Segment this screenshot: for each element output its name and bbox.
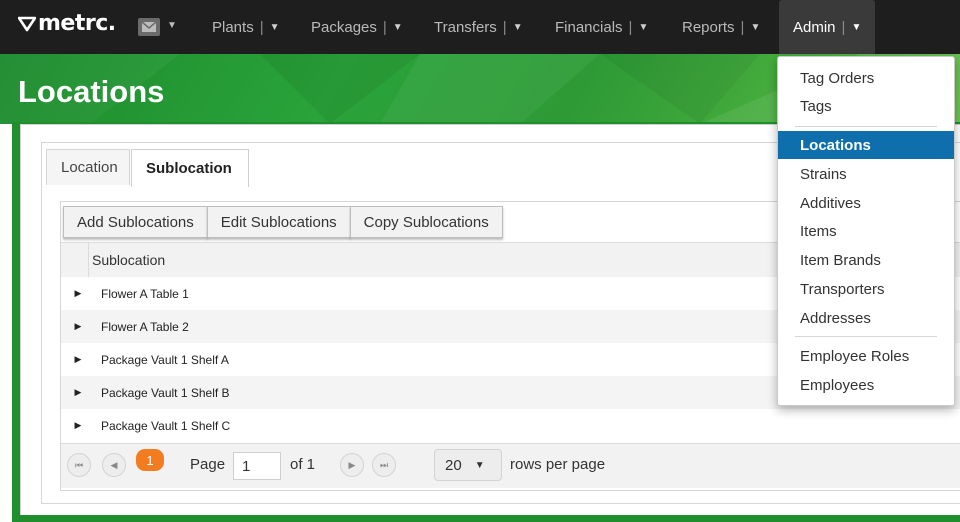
rows-per-page-label: rows per page bbox=[510, 456, 606, 473]
tab-sublocation[interactable]: Sublocation bbox=[131, 149, 249, 187]
nav-admin-label: Admin bbox=[793, 18, 836, 36]
add-sublocations-button[interactable]: Add Sublocations bbox=[63, 206, 208, 238]
edit-sublocations-button[interactable]: Edit Sublocations bbox=[206, 206, 351, 238]
row-sublocation-name: Flower A Table 1 bbox=[101, 286, 189, 301]
top-nav: metrc. ▼ Plants | ▼ Packages | ▼ Transfe… bbox=[0, 0, 960, 54]
nav-packages-label: Packages bbox=[311, 18, 377, 36]
grid-toolbar: Add Sublocations Edit Sublocations Copy … bbox=[63, 206, 503, 238]
chevron-down-icon: ▼ bbox=[512, 21, 523, 33]
chevron-down-icon: ▼ bbox=[851, 21, 862, 33]
chevron-down-icon: ▼ bbox=[269, 21, 280, 33]
menu-item-locations[interactable]: Locations bbox=[778, 131, 954, 159]
menu-item-item-brands[interactable]: Item Brands bbox=[778, 246, 954, 274]
page-title: Locations bbox=[18, 74, 165, 109]
nav-separator: | bbox=[841, 18, 846, 36]
menu-item-transporters[interactable]: Transporters bbox=[778, 275, 954, 303]
nav-transfers-label: Transfers bbox=[434, 18, 497, 36]
nav-separator: | bbox=[740, 18, 745, 36]
rows-per-page-value: 20 bbox=[445, 456, 462, 474]
last-page-icon[interactable]: ⏭ bbox=[372, 453, 396, 477]
menu-item-items[interactable]: Items bbox=[778, 217, 954, 245]
chevron-down-icon: ▼ bbox=[474, 459, 485, 471]
next-page-icon[interactable]: ▶ bbox=[340, 453, 364, 477]
nav-transfers[interactable]: Transfers | ▼ bbox=[434, 0, 523, 54]
chevron-down-icon: ▼ bbox=[392, 21, 403, 33]
tab-location[interactable]: Location bbox=[46, 149, 130, 185]
nav-reports-label: Reports bbox=[682, 18, 735, 36]
column-header-label: Sublocation bbox=[92, 252, 166, 268]
table-row[interactable]: ▶ Package Vault 1 Shelf C bbox=[61, 409, 960, 442]
messages-dropdown-icon[interactable]: ▼ bbox=[167, 20, 177, 31]
metrc-logo[interactable]: metrc. bbox=[18, 11, 116, 36]
metrc-logo-icon bbox=[18, 16, 36, 31]
nav-packages[interactable]: Packages | ▼ bbox=[311, 0, 403, 54]
page-number-input[interactable] bbox=[233, 452, 281, 480]
copy-sublocations-button[interactable]: Copy Sublocations bbox=[349, 206, 503, 238]
tab-location-label: Location bbox=[61, 159, 118, 176]
previous-page-icon[interactable]: ◀ bbox=[102, 453, 126, 477]
rows-per-page-select[interactable]: 20 ▼ bbox=[434, 449, 502, 481]
row-sublocation-name: Flower A Table 2 bbox=[101, 319, 189, 334]
column-header-sublocation[interactable]: Sublocation bbox=[88, 243, 165, 277]
logo-text: metrc. bbox=[38, 11, 116, 36]
row-sublocation-name: Package Vault 1 Shelf C bbox=[101, 418, 231, 433]
nav-separator: | bbox=[502, 18, 507, 36]
menu-divider bbox=[795, 336, 937, 337]
chevron-down-icon: ▼ bbox=[750, 21, 761, 33]
nav-separator: | bbox=[382, 18, 387, 36]
menu-item-employee-roles[interactable]: Employee Roles bbox=[778, 342, 954, 370]
menu-item-strains[interactable]: Strains bbox=[778, 160, 954, 188]
current-page-badge[interactable]: 1 bbox=[136, 449, 164, 471]
nav-plants[interactable]: Plants | ▼ bbox=[212, 0, 280, 54]
nav-reports[interactable]: Reports | ▼ bbox=[682, 0, 760, 54]
menu-item-tags[interactable]: Tags bbox=[778, 92, 954, 120]
page-label: Page bbox=[190, 456, 226, 473]
admin-dropdown-menu: Tag Orders Tags Locations Strains Additi… bbox=[777, 56, 955, 406]
expand-row-icon[interactable]: ▶ bbox=[61, 387, 95, 398]
nav-financials[interactable]: Financials | ▼ bbox=[555, 0, 648, 54]
menu-item-additives[interactable]: Additives bbox=[778, 189, 954, 217]
expand-row-icon[interactable]: ▶ bbox=[61, 354, 95, 365]
menu-item-employees[interactable]: Employees bbox=[778, 371, 954, 399]
first-page-icon[interactable]: ⏮ bbox=[67, 453, 91, 477]
expand-row-icon[interactable]: ▶ bbox=[61, 288, 95, 299]
nav-admin[interactable]: Admin | ▼ bbox=[779, 0, 876, 54]
nav-plants-label: Plants bbox=[212, 18, 254, 36]
messages-icon[interactable] bbox=[138, 18, 160, 36]
nav-financials-label: Financials bbox=[555, 18, 623, 36]
nav-separator: | bbox=[259, 18, 264, 36]
row-sublocation-name: Package Vault 1 Shelf B bbox=[101, 385, 230, 400]
menu-item-addresses[interactable]: Addresses bbox=[778, 304, 954, 332]
nav-separator: | bbox=[628, 18, 633, 36]
expand-row-icon[interactable]: ▶ bbox=[61, 321, 95, 332]
expand-row-icon[interactable]: ▶ bbox=[61, 420, 95, 431]
chevron-down-icon: ▼ bbox=[638, 21, 649, 33]
row-sublocation-name: Package Vault 1 Shelf A bbox=[101, 352, 229, 367]
menu-divider bbox=[795, 126, 937, 127]
page-count-label: of 1 bbox=[290, 456, 316, 473]
tab-sublocation-label: Sublocation bbox=[146, 160, 232, 177]
menu-item-tag-orders[interactable]: Tag Orders bbox=[778, 64, 954, 92]
